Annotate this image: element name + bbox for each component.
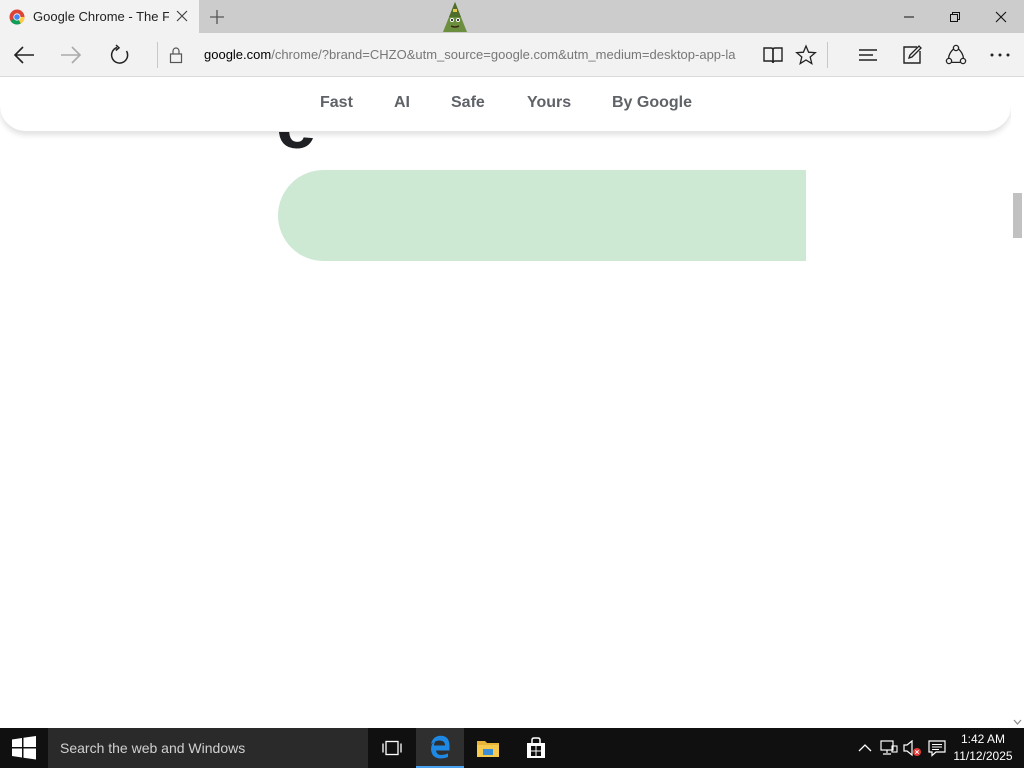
tab-title: Google Chrome - The Fast & Secure Web Br… xyxy=(33,9,169,24)
taskbar: Search the web and Windows 1:42 AM 11/12… xyxy=(0,728,1024,768)
star-icon xyxy=(795,44,817,65)
clock[interactable]: 1:42 AM 11/12/2025 xyxy=(950,731,1016,765)
taskbar-app-edge[interactable] xyxy=(416,728,464,768)
action-center-button[interactable] xyxy=(927,738,947,758)
clock-time: 1:42 AM xyxy=(960,732,1006,746)
file-explorer-icon xyxy=(477,741,499,757)
sticky-page-nav: Fast AI Safe Yours By Google xyxy=(0,78,1011,132)
nav-link-by-google[interactable]: By Google xyxy=(612,94,692,112)
minimize-button[interactable] xyxy=(886,0,932,33)
mascot-icon xyxy=(443,2,467,32)
book-icon xyxy=(763,47,783,64)
refresh-icon xyxy=(110,44,129,64)
url-path: /chrome/?brand=CHZO&utm_source=google.co… xyxy=(271,47,736,62)
back-button[interactable] xyxy=(11,42,37,68)
browser-tab[interactable]: Google Chrome - The Fast & Secure Web Br… xyxy=(0,0,199,33)
nav-link-ai[interactable]: AI xyxy=(394,94,410,112)
taskbar-search-box[interactable]: Search the web and Windows xyxy=(48,728,368,768)
hub-button[interactable] xyxy=(855,42,881,68)
scrollbar-thumb[interactable] xyxy=(1013,193,1022,238)
store-icon xyxy=(527,737,545,758)
navigation-bar: google.com/chrome/?brand=CHZO&utm_source… xyxy=(0,33,1024,77)
restore-icon xyxy=(950,11,960,22)
more-dots-icon xyxy=(990,53,1010,57)
more-button[interactable] xyxy=(987,42,1013,68)
reading-view-button[interactable] xyxy=(760,42,786,68)
network-button[interactable] xyxy=(879,738,899,758)
chevron-up-icon xyxy=(858,744,872,752)
web-page: e Fast AI Safe Yours By Google xyxy=(0,78,1011,728)
minimize-icon xyxy=(904,16,914,17)
edge-icon xyxy=(431,735,450,759)
share-button[interactable] xyxy=(943,42,969,68)
green-banner xyxy=(278,170,806,261)
divider xyxy=(827,42,828,68)
taskbar-app-store[interactable] xyxy=(512,728,560,768)
title-bar: Google Chrome - The Fast & Secure Web Br… xyxy=(0,0,1024,33)
task-view-icon xyxy=(382,740,402,756)
nav-link-fast[interactable]: Fast xyxy=(320,94,353,112)
show-hidden-icons-button[interactable] xyxy=(855,738,875,758)
favorites-button[interactable] xyxy=(793,42,819,68)
close-window-button[interactable] xyxy=(978,0,1024,33)
lock-icon xyxy=(169,47,183,64)
new-tab-plus-icon[interactable] xyxy=(206,6,228,28)
clock-date: 11/12/2025 xyxy=(953,749,1013,763)
share-icon xyxy=(945,44,967,65)
restore-button[interactable] xyxy=(932,0,978,33)
nav-link-safe[interactable]: Safe xyxy=(451,94,485,112)
scroll-down-arrow-icon[interactable] xyxy=(1013,718,1022,726)
refresh-button[interactable] xyxy=(107,42,133,68)
network-icon xyxy=(880,740,898,755)
forward-button[interactable] xyxy=(58,42,84,68)
back-arrow-icon xyxy=(13,46,34,64)
pen-square-icon xyxy=(903,45,922,64)
chrome-logo-icon xyxy=(9,9,25,25)
notification-icon xyxy=(928,740,946,757)
vertical-scrollbar[interactable] xyxy=(1011,78,1024,728)
url-text[interactable]: google.com/chrome/?brand=CHZO&utm_source… xyxy=(204,47,746,62)
volume-muted-icon xyxy=(903,739,921,757)
hub-lines-icon xyxy=(859,49,877,61)
nav-link-yours[interactable]: Yours xyxy=(527,94,571,112)
taskbar-app-file-explorer[interactable] xyxy=(464,728,512,768)
web-note-button[interactable] xyxy=(899,42,925,68)
url-host: google.com xyxy=(204,47,272,62)
windows-logo-icon xyxy=(12,736,36,760)
address-bar[interactable]: google.com/chrome/?brand=CHZO&utm_source… xyxy=(164,41,750,69)
divider xyxy=(157,42,158,68)
search-placeholder: Search the web and Windows xyxy=(60,740,246,756)
volume-button[interactable] xyxy=(902,738,922,758)
tab-close-icon[interactable] xyxy=(173,7,191,25)
forward-arrow-icon xyxy=(61,46,82,64)
task-view-button[interactable] xyxy=(368,728,416,768)
start-button[interactable] xyxy=(0,728,48,768)
close-icon xyxy=(995,11,1007,22)
